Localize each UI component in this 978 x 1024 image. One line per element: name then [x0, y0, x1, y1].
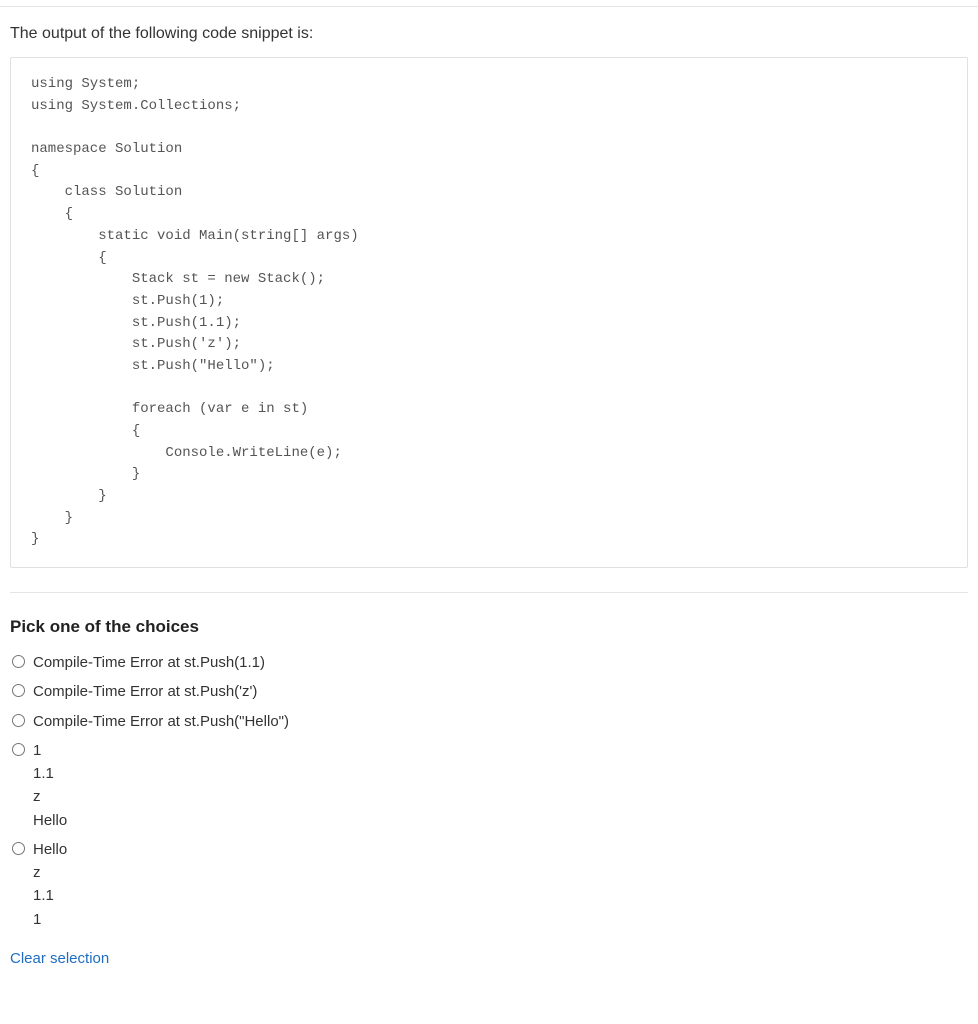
choice-option-1[interactable]: Compile-Time Error at st.Push('z')	[10, 680, 968, 703]
radio-option-1[interactable]	[12, 684, 25, 697]
radio-option-4[interactable]	[12, 842, 25, 855]
choice-label-2: Compile-Time Error at st.Push("Hello")	[33, 710, 289, 733]
radio-option-3[interactable]	[12, 743, 25, 756]
choice-option-2[interactable]: Compile-Time Error at st.Push("Hello")	[10, 710, 968, 733]
question-content: The output of the following code snippet…	[0, 7, 978, 969]
choice-option-4[interactable]: Hello z 1.1 1	[10, 838, 968, 931]
choice-label-0: Compile-Time Error at st.Push(1.1)	[33, 651, 265, 674]
choice-label-3: 1 1.1 z Hello	[33, 739, 67, 832]
choice-option-0[interactable]: Compile-Time Error at st.Push(1.1)	[10, 651, 968, 674]
code-snippet: using System; using System.Collections; …	[10, 57, 968, 568]
section-divider	[10, 592, 968, 593]
radio-option-2[interactable]	[12, 714, 25, 727]
choice-label-1: Compile-Time Error at st.Push('z')	[33, 680, 257, 703]
choice-label-4: Hello z 1.1 1	[33, 838, 67, 931]
question-prompt: The output of the following code snippet…	[10, 25, 968, 43]
choices-heading: Pick one of the choices	[10, 617, 968, 637]
clear-selection-link[interactable]: Clear selection	[10, 951, 109, 965]
radio-option-0[interactable]	[12, 655, 25, 668]
choice-option-3[interactable]: 1 1.1 z Hello	[10, 739, 968, 832]
